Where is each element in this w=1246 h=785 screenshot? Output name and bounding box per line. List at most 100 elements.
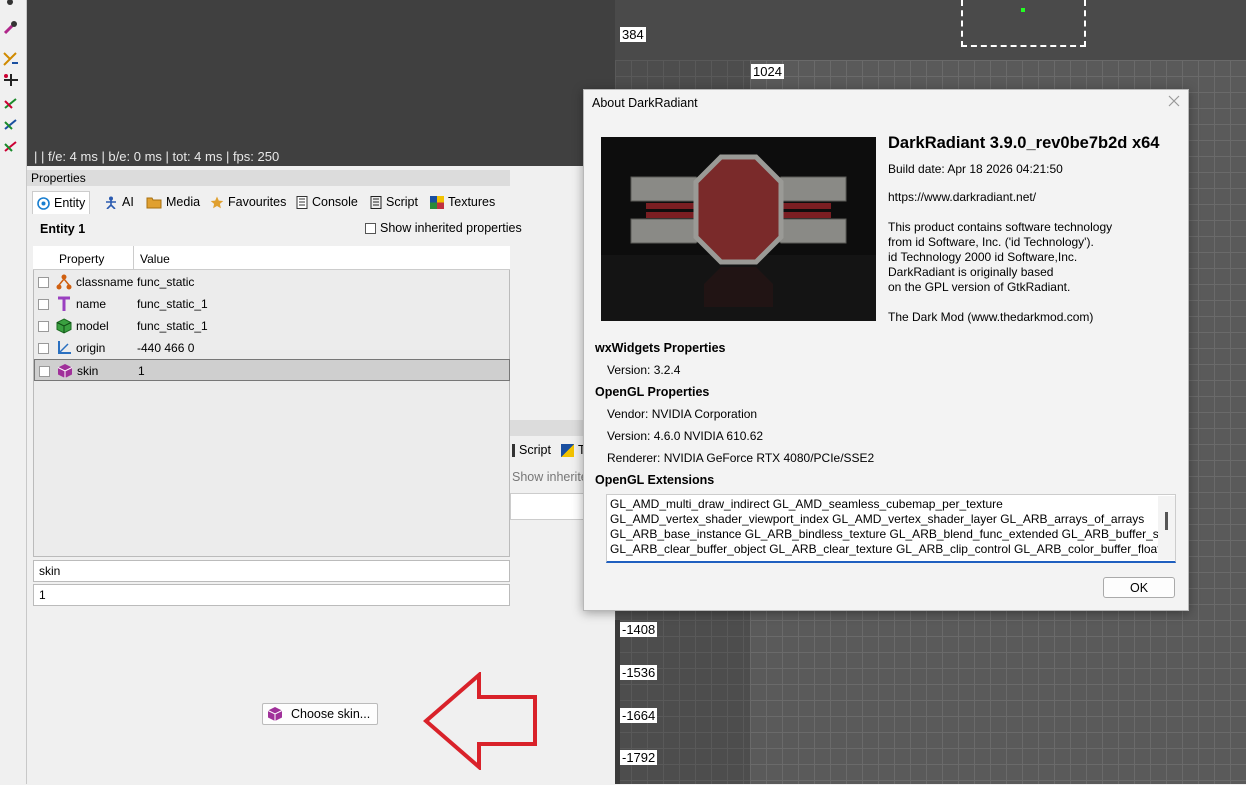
tab-label: Media — [166, 195, 201, 209]
tab-label: Script — [519, 443, 551, 457]
notice-line: This product contains software technolog… — [888, 220, 1113, 234]
close-icon[interactable] — [1167, 94, 1181, 108]
ortho-coord: 1024 — [751, 64, 784, 79]
property-table-header — [33, 246, 510, 270]
table-row[interactable]: classname func_static — [34, 271, 510, 293]
tab-console[interactable]: Console — [292, 191, 362, 213]
checkbox-box[interactable] — [365, 222, 376, 234]
tab-label: AI — [122, 195, 134, 209]
tab-media[interactable]: Media — [142, 191, 204, 213]
rotate-z-icon[interactable] — [2, 138, 20, 154]
ghost-tab-script[interactable]: Script T — [512, 443, 586, 457]
table-row[interactable]: model func_static_1 — [34, 315, 510, 337]
gl-vendor: Vendor: NVIDIA Corporation — [607, 407, 758, 421]
value-input[interactable]: 1 — [33, 584, 510, 606]
brush-tool-icon[interactable] — [2, 20, 20, 36]
property-key: model — [76, 319, 109, 333]
website-link[interactable]: https://www.darkradiant.net/ — [888, 190, 1036, 204]
row-checkbox[interactable] — [39, 366, 50, 377]
wx-header: wxWidgets Properties — [595, 341, 726, 355]
ai-icon — [106, 196, 116, 209]
column-header-property[interactable]: Property — [59, 252, 104, 266]
gl-header: OpenGL Properties — [595, 385, 710, 399]
textures-icon — [560, 443, 574, 457]
dialog-title: About DarkRadiant — [592, 96, 698, 110]
skin-icon — [267, 707, 283, 721]
camera-stats: | | f/e: 4 ms | b/e: 0 ms | tot: 4 ms | … — [34, 149, 280, 164]
property-key: classname — [76, 275, 134, 289]
tool-icon[interactable] — [2, 0, 20, 10]
gl-renderer: Renderer: NVIDIA GeForce RTX 4080/PCIe/S… — [607, 451, 875, 465]
column-header-value[interactable]: Value — [140, 252, 170, 266]
left-toolbar — [0, 0, 27, 784]
row-checkbox[interactable] — [38, 277, 49, 288]
notice-line: DarkRadiant is originally based — [888, 265, 1054, 279]
product-title: DarkRadiant 3.9.0_rev0be7b2d x64 — [888, 134, 1160, 152]
tab-favourites[interactable]: Favourites — [206, 191, 290, 213]
ortho-coord: -1408 — [620, 622, 658, 637]
ortho-coord: -1664 — [620, 708, 658, 723]
wx-version: Version: 3.2.4 — [607, 363, 681, 377]
notice-line: on the GPL version of GtkRadiant. — [888, 280, 1071, 294]
table-row[interactable]: origin -440 466 0 — [34, 337, 510, 359]
flip-tool-icon[interactable] — [2, 72, 20, 88]
tab-entity[interactable]: Entity — [32, 191, 91, 214]
row-checkbox[interactable] — [38, 343, 49, 354]
tab-label: Textures — [448, 195, 496, 209]
ortho-view-top[interactable] — [615, 0, 1246, 60]
tab-ai[interactable]: AI — [100, 191, 138, 213]
skin-icon — [57, 364, 73, 378]
row-checkbox[interactable] — [38, 299, 49, 310]
table-row-selected[interactable]: skin 1 — [34, 359, 510, 381]
property-value: func_static — [137, 275, 195, 289]
rotate-y-icon[interactable] — [2, 116, 20, 132]
folder-icon — [146, 197, 162, 208]
button-label: Choose skin... — [291, 707, 371, 721]
entity-icon — [37, 196, 50, 210]
notice-line: from id Software, Inc. ('id Technology')… — [888, 235, 1094, 249]
property-value: -440 466 0 — [137, 341, 195, 355]
tab-label: Console — [312, 195, 358, 209]
property-value: 1 — [138, 364, 145, 378]
tab-label: Favourites — [228, 195, 287, 209]
scrollbar-thumb[interactable] — [1165, 512, 1168, 530]
properties-title: Properties — [27, 170, 510, 186]
model-cube-icon — [56, 318, 72, 334]
ok-button[interactable]: OK — [1103, 577, 1175, 598]
star-icon — [210, 196, 224, 208]
entity-name-label: Entity 1 — [40, 222, 86, 236]
tab-textures[interactable]: Textures — [426, 191, 499, 213]
console-icon — [296, 195, 308, 209]
tab-label: Script — [386, 195, 418, 209]
origin-axes-icon — [58, 341, 71, 354]
show-inherited-checkbox[interactable]: Show inherited properties — [365, 221, 522, 235]
build-date: Build date: Apr 18 2026 04:21:50 — [888, 162, 1063, 176]
property-value: func_static_1 — [137, 319, 208, 333]
ortho-coord: -1792 — [620, 750, 658, 765]
ortho-coord: -1536 — [620, 665, 658, 680]
column-divider — [133, 246, 134, 269]
annotation-arrow-icon — [423, 672, 537, 770]
ext-header: OpenGL Extensions — [595, 473, 715, 487]
gl-version: Version: 4.6.0 NVIDIA 610.62 — [607, 429, 764, 443]
script-icon — [370, 195, 382, 209]
transform-tool-icon[interactable] — [2, 51, 20, 67]
property-value: func_static_1 — [137, 297, 208, 311]
script-icon — [512, 443, 515, 457]
camera-view[interactable] — [27, 0, 615, 166]
choose-skin-button[interactable]: Choose skin... — [262, 703, 378, 725]
checkbox-label: Show inherited properties — [380, 221, 522, 235]
rotate-x-icon[interactable] — [2, 95, 20, 111]
tab-script[interactable]: Script — [366, 191, 422, 213]
darkmod-link: The Dark Mod (www.thedarkmod.com) — [888, 310, 1094, 324]
key-input[interactable]: skin — [33, 560, 510, 582]
property-key: name — [76, 297, 107, 311]
text-icon — [58, 296, 70, 311]
table-row[interactable]: name func_static_1 — [34, 293, 510, 315]
ortho-coord: 384 — [620, 27, 646, 42]
splitter[interactable] — [615, 620, 620, 784]
extensions-text: GL_AMD_multi_draw_indirect GL_AMD_seamle… — [610, 497, 1160, 556]
origin-marker — [1021, 8, 1025, 12]
row-checkbox[interactable] — [38, 321, 49, 332]
tab-label: Entity — [54, 196, 86, 210]
